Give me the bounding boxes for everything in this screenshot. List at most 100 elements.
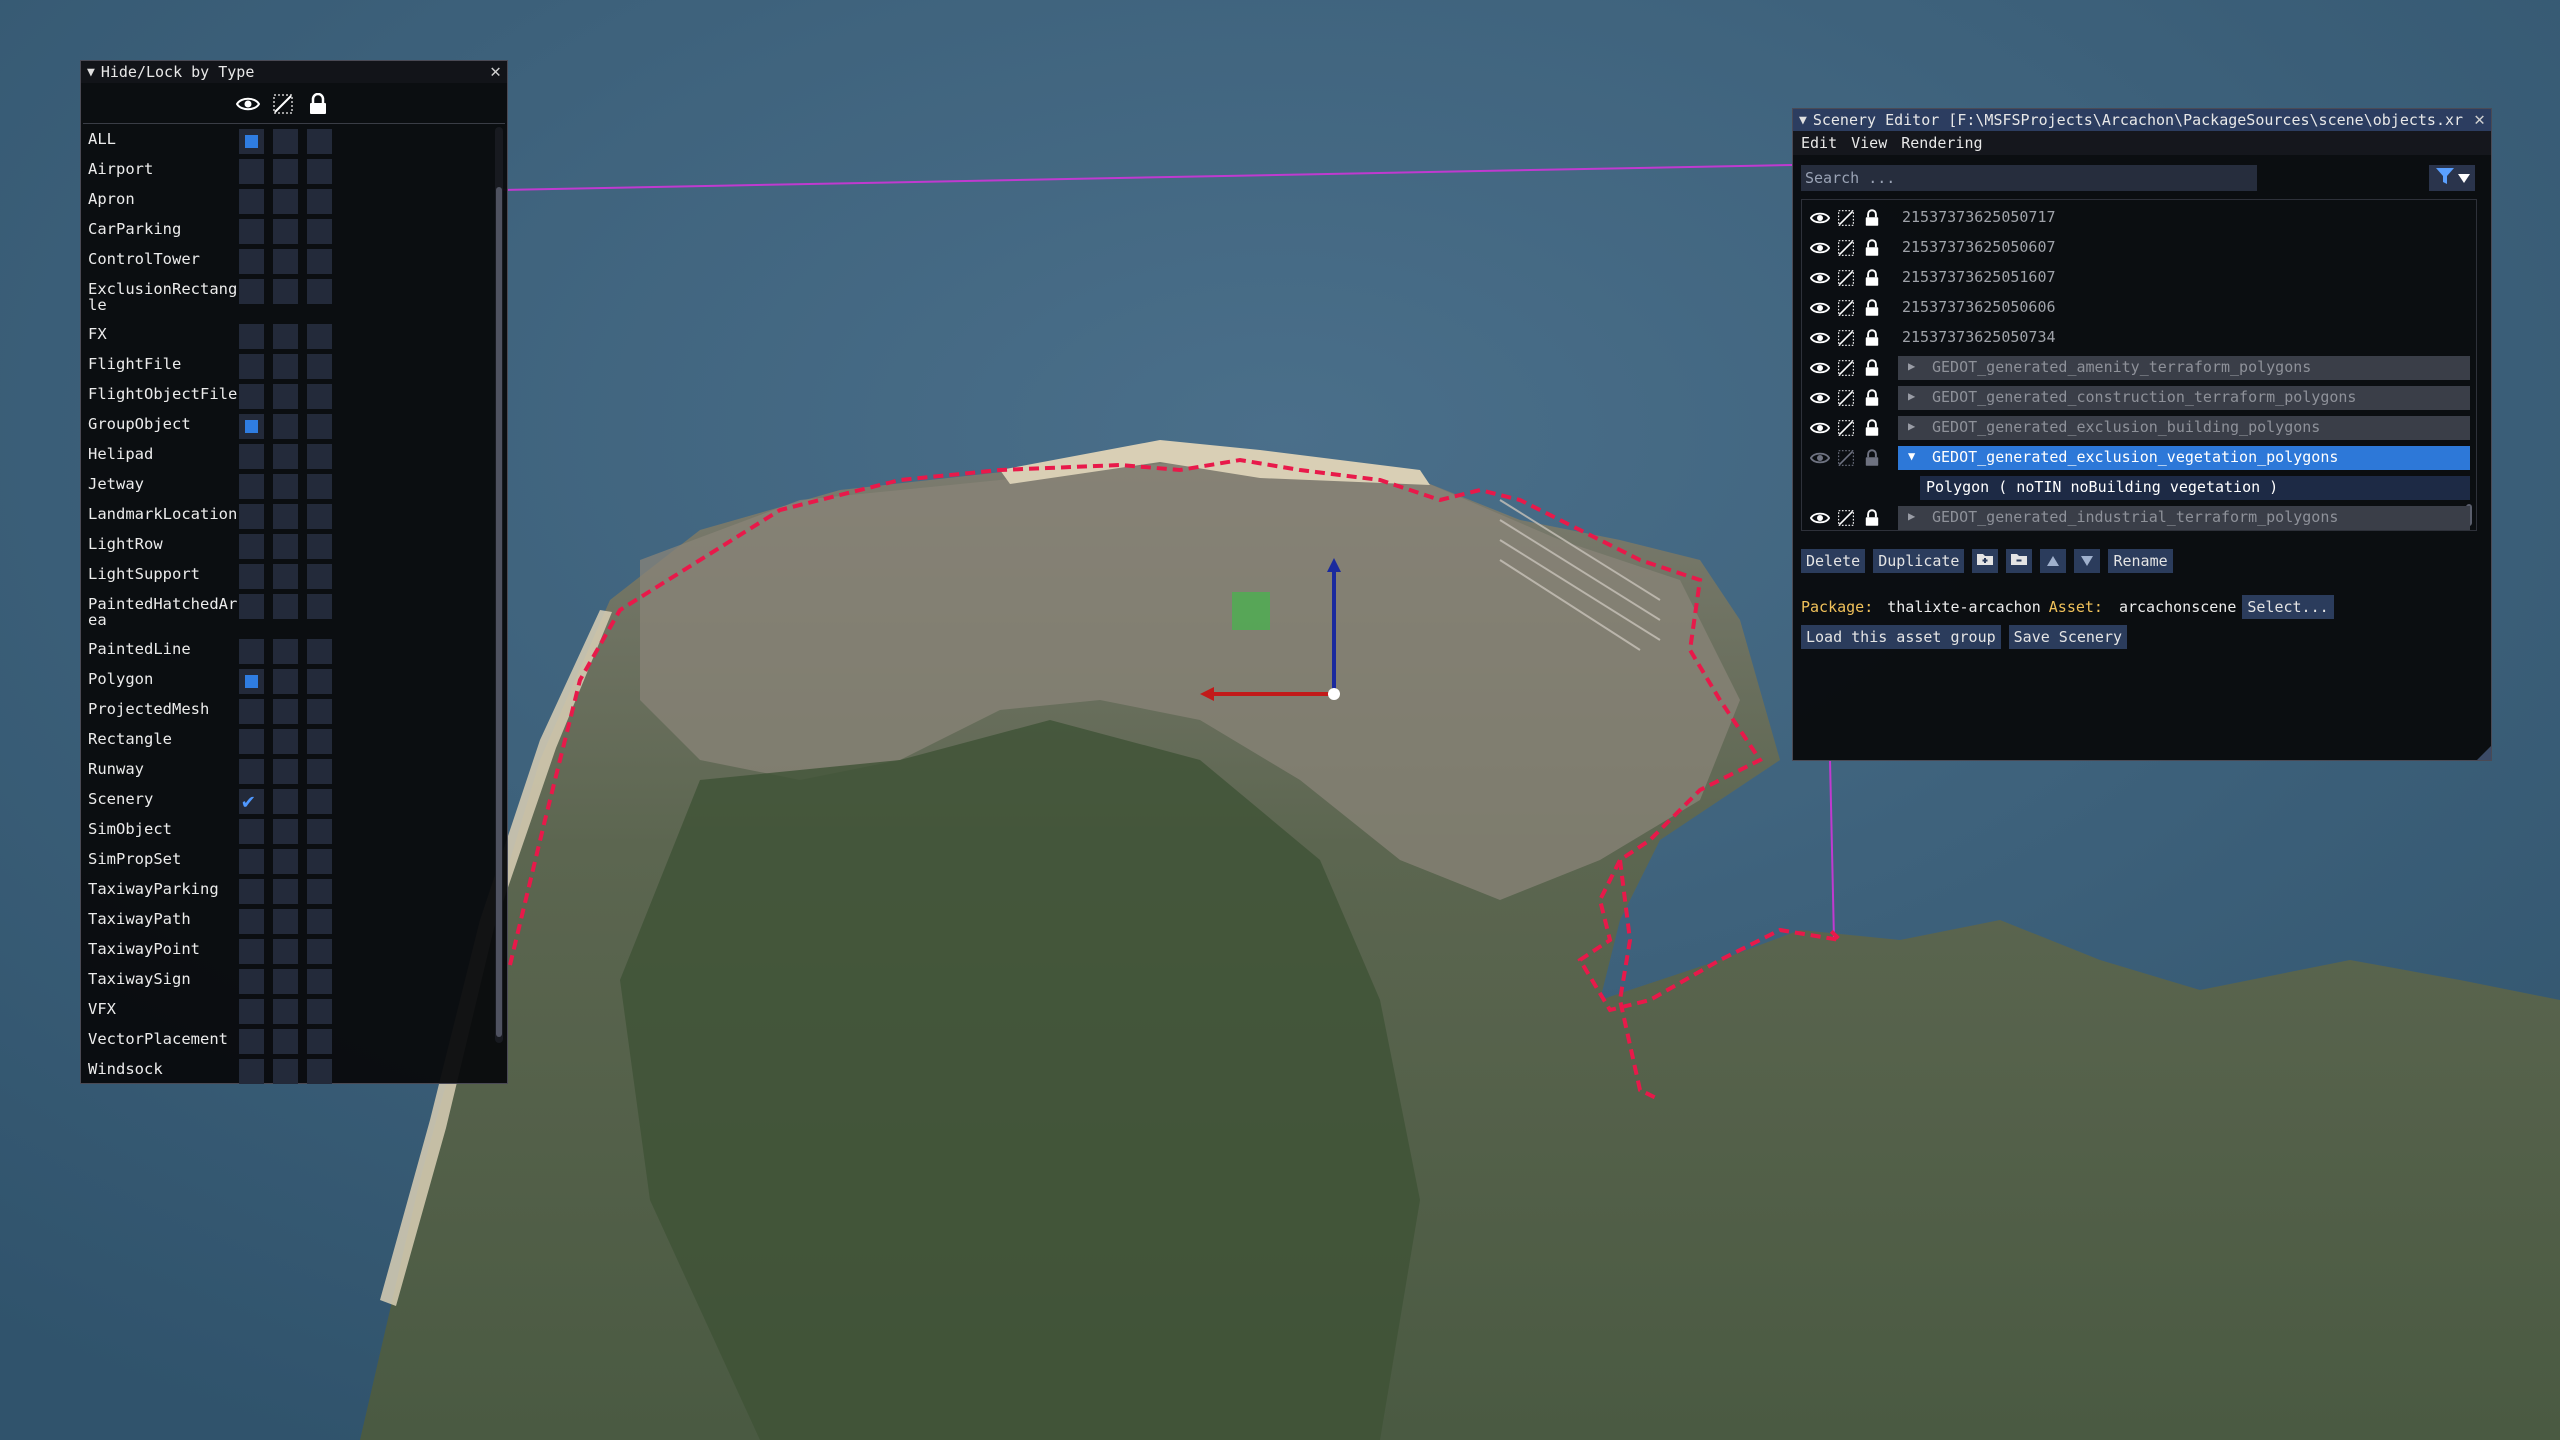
lock-checkbox[interactable]	[307, 1029, 332, 1054]
object-item[interactable]: 21537373625050607	[1802, 234, 2462, 262]
remove-folder-button[interactable]	[2006, 549, 2033, 573]
pencil-slash-icon[interactable]	[1836, 238, 1856, 258]
visibility-checkbox[interactable]: ✔	[239, 789, 264, 814]
pencil-slash-icon[interactable]	[1836, 448, 1856, 468]
eye-icon[interactable]	[1810, 328, 1830, 348]
lock-icon[interactable]	[1862, 358, 1882, 378]
visibility-checkbox[interactable]	[239, 474, 264, 499]
object-item[interactable]: 21537373625050606	[1802, 294, 2462, 322]
visibility-checkbox[interactable]	[239, 594, 264, 619]
menu-rendering[interactable]: Rendering	[1901, 134, 1982, 152]
visibility-checkbox[interactable]	[239, 699, 264, 724]
lock-checkbox[interactable]	[307, 564, 332, 589]
lock-checkbox[interactable]	[307, 129, 332, 154]
pencil-slash-icon[interactable]	[1836, 268, 1856, 288]
lock-checkbox[interactable]	[307, 279, 332, 304]
duplicate-button[interactable]: Duplicate	[1873, 549, 1965, 573]
visibility-checkbox[interactable]	[239, 354, 264, 379]
edit-lock-checkbox[interactable]	[273, 414, 298, 439]
edit-lock-checkbox[interactable]	[273, 534, 298, 559]
close-icon[interactable]: ✕	[490, 63, 501, 81]
edit-lock-checkbox[interactable]	[273, 129, 298, 154]
lock-icon[interactable]	[1862, 328, 1882, 348]
lock-checkbox[interactable]	[307, 249, 332, 274]
object-group[interactable]: ▶ GEDOT_generated_construction_terraform_…	[1802, 384, 2470, 412]
edit-lock-checkbox[interactable]	[273, 759, 298, 784]
edit-lock-checkbox[interactable]	[273, 159, 298, 184]
object-child-item[interactable]: Polygon ( noTIN noBuilding vegetation )	[1802, 474, 2470, 502]
collapse-triangle-icon[interactable]: ▼	[1799, 113, 1807, 128]
load-asset-group-button[interactable]: Load this asset group	[1801, 625, 2001, 649]
eye-icon[interactable]	[1810, 298, 1830, 318]
visibility-checkbox[interactable]	[239, 999, 264, 1024]
object-group[interactable]: ▶ GEDOT_generated_exclusion_building_poly…	[1802, 414, 2470, 442]
visibility-checkbox[interactable]	[239, 819, 264, 844]
edit-lock-checkbox[interactable]	[273, 999, 298, 1024]
lock-checkbox[interactable]	[307, 414, 332, 439]
visibility-checkbox[interactable]	[239, 249, 264, 274]
lock-icon[interactable]	[1862, 298, 1882, 318]
visibility-checkbox[interactable]	[239, 384, 264, 409]
lock-checkbox[interactable]	[307, 729, 332, 754]
chevron-down-icon[interactable]: ▼	[1908, 449, 1915, 463]
visibility-checkbox[interactable]	[239, 189, 264, 214]
pencil-slash-icon[interactable]	[1836, 388, 1856, 408]
lock-checkbox[interactable]	[307, 219, 332, 244]
lock-checkbox[interactable]	[307, 1059, 332, 1084]
pencil-slash-icon[interactable]	[1836, 328, 1856, 348]
edit-lock-checkbox[interactable]	[273, 504, 298, 529]
visibility-checkbox[interactable]	[239, 759, 264, 784]
chevron-right-icon[interactable]: ▶	[1908, 419, 1915, 433]
resize-grip[interactable]	[2477, 746, 2491, 760]
object-group[interactable]: ▶ GEDOT_generated_amenity_terraform_polyg…	[1802, 354, 2470, 382]
move-up-button[interactable]	[2040, 549, 2067, 573]
edit-lock-checkbox[interactable]	[273, 354, 298, 379]
lock-icon[interactable]	[1862, 448, 1882, 468]
edit-lock-checkbox[interactable]	[273, 594, 298, 619]
edit-lock-checkbox[interactable]	[273, 909, 298, 934]
visibility-checkbox[interactable]	[239, 534, 264, 559]
lock-icon[interactable]	[1862, 208, 1882, 228]
edit-lock-checkbox[interactable]	[273, 849, 298, 874]
edit-lock-checkbox[interactable]	[273, 324, 298, 349]
lock-checkbox[interactable]	[307, 879, 332, 904]
lock-icon[interactable]	[1862, 268, 1882, 288]
visibility-checkbox[interactable]	[239, 969, 264, 994]
edit-lock-checkbox[interactable]	[273, 279, 298, 304]
lock-icon[interactable]	[1862, 238, 1882, 258]
lock-checkbox[interactable]	[307, 159, 332, 184]
edit-lock-checkbox[interactable]	[273, 474, 298, 499]
move-down-button[interactable]	[2074, 549, 2101, 573]
lock-checkbox[interactable]	[307, 909, 332, 934]
edit-lock-checkbox[interactable]	[273, 444, 298, 469]
visibility-checkbox[interactable]	[239, 669, 264, 694]
edit-lock-checkbox[interactable]	[273, 189, 298, 214]
object-item[interactable]: 21537373625050717	[1802, 204, 2462, 232]
lock-checkbox[interactable]	[307, 999, 332, 1024]
chevron-right-icon[interactable]: ▶	[1908, 509, 1915, 523]
save-scenery-button[interactable]: Save Scenery	[2008, 625, 2128, 649]
edit-lock-checkbox[interactable]	[273, 699, 298, 724]
visibility-checkbox[interactable]	[239, 909, 264, 934]
lock-icon[interactable]	[1862, 508, 1882, 528]
visibility-checkbox[interactable]	[239, 279, 264, 304]
edit-lock-checkbox[interactable]	[273, 729, 298, 754]
lock-checkbox[interactable]	[307, 669, 332, 694]
chevron-right-icon[interactable]: ▶	[1908, 389, 1915, 403]
edit-lock-checkbox[interactable]	[273, 219, 298, 244]
edit-lock-checkbox[interactable]	[273, 819, 298, 844]
edit-lock-checkbox[interactable]	[273, 564, 298, 589]
visibility-checkbox[interactable]	[239, 1059, 264, 1084]
edit-lock-checkbox[interactable]	[273, 939, 298, 964]
pencil-slash-icon[interactable]	[270, 91, 296, 117]
hide-lock-titlebar[interactable]: ▼ Hide/Lock by Type ✕	[81, 61, 507, 83]
lock-checkbox[interactable]	[307, 699, 332, 724]
lock-checkbox[interactable]	[307, 849, 332, 874]
close-icon[interactable]: ✕	[2474, 111, 2485, 129]
edit-lock-checkbox[interactable]	[273, 969, 298, 994]
lock-checkbox[interactable]	[307, 789, 332, 814]
pencil-slash-icon[interactable]	[1836, 508, 1856, 528]
eye-icon[interactable]	[1810, 358, 1830, 378]
menu-edit[interactable]: Edit	[1801, 134, 1837, 152]
edit-lock-checkbox[interactable]	[273, 384, 298, 409]
